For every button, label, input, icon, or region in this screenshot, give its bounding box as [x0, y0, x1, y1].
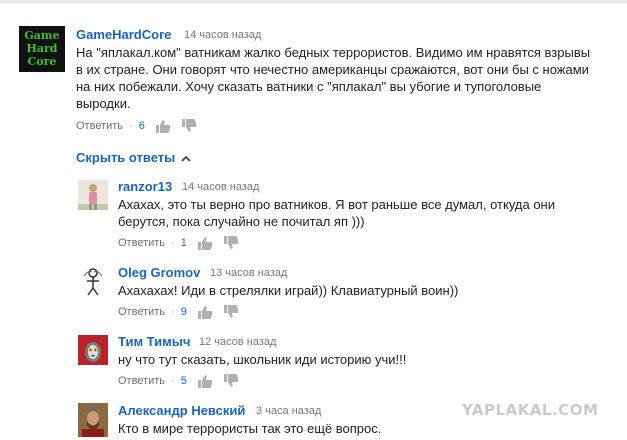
comment-author[interactable]: GameHardCore — [76, 27, 171, 42]
thumbs-up-icon[interactable] — [197, 305, 213, 319]
comment-time: 14 часов назад — [184, 29, 262, 41]
comment-text: На "яплакал.ком" ватникам жалко бедных т… — [76, 44, 621, 112]
like-count: 5 — [180, 375, 187, 387]
like-count: 9 — [180, 306, 187, 318]
avatar-gamehardcore[interactable]: Game Hard Core — [19, 26, 65, 72]
reply-button[interactable]: Ответить — [118, 375, 165, 387]
avatar-text-line: Game — [24, 29, 60, 42]
separator-dot: · — [171, 306, 175, 318]
chevron-up-icon — [181, 150, 191, 165]
comment-author[interactable]: Oleg Gromov — [118, 265, 200, 280]
comment-actions: Ответить · 5 — [118, 374, 249, 388]
reply-button[interactable]: Ответить — [118, 237, 165, 249]
comment-author[interactable]: Тим Тимыч — [118, 334, 190, 349]
like-count: 6 — [138, 120, 145, 132]
reply-button[interactable]: Ответить — [118, 306, 165, 318]
main-comment: Game Hard Core GameHardCore 14 часов наз… — [0, 0, 627, 140]
separator-dot: · — [171, 237, 175, 249]
comment-text: Ахахах, это ты верно про ватников. Я вот… — [118, 196, 618, 230]
avatar-text-line: Core — [27, 55, 57, 68]
comment-text-line: Ахахахах! Иди в стрелялки играй)) Клавиа… — [118, 283, 459, 298]
avatar-tim-timych[interactable] — [78, 335, 108, 365]
comment-text: ну что тут сказать, школьник иди историю… — [118, 351, 618, 368]
comment-time: 14 часов назад — [182, 181, 260, 193]
comment-time: 12 часов назад — [199, 336, 277, 348]
thumbs-down-icon[interactable] — [223, 305, 239, 319]
comment-text-line: На "яплакал.ком" ватникам жалко бедных т… — [76, 45, 591, 60]
avatar-ranzor13[interactable] — [78, 180, 108, 210]
reply-button[interactable]: Ответить — [76, 120, 123, 132]
comment-text-line: ну что тут сказать, школьник иди историю… — [118, 352, 407, 367]
comment-time: 13 часов назад — [210, 267, 288, 279]
hide-replies-button[interactable]: Скрыть ответы — [76, 150, 191, 165]
separator-dot: · — [129, 120, 133, 132]
avatar-text-line: Hard — [26, 42, 58, 55]
separator-dot: · — [171, 375, 175, 387]
thumbs-down-icon[interactable] — [223, 374, 239, 388]
thumbs-up-icon[interactable] — [155, 119, 171, 133]
hide-replies-label: Скрыть ответы — [76, 150, 176, 165]
avatar-oleg-gromov[interactable] — [78, 266, 108, 296]
comment-text-line: берутся, пока случайно не почитал яп ))) — [118, 214, 365, 229]
comment-actions: Ответить · 9 — [118, 305, 249, 319]
comment-actions: Ответить · 6 — [76, 119, 207, 133]
comment-text-line: Кто в мире террористы так это ещё вопрос… — [118, 421, 382, 436]
thumbs-down-icon[interactable] — [181, 119, 197, 133]
comment-text-line: выродки. — [76, 96, 131, 111]
comment-text: Кто в мире террористы так это ещё вопрос… — [118, 420, 618, 437]
comment-actions: Ответить · 1 — [118, 236, 249, 250]
like-count: 1 — [180, 237, 187, 249]
comment-text: Ахахахах! Иди в стрелялки играй)) Клавиа… — [118, 282, 618, 299]
thumbs-up-icon[interactable] — [197, 236, 213, 250]
comment-author[interactable]: Александр Невский — [118, 403, 245, 418]
comment-time: 3 часа назад — [256, 405, 322, 417]
comment-text-line: на них побежали. Хочу сказать ватники с … — [76, 79, 542, 94]
thumbs-up-icon[interactable] — [197, 374, 213, 388]
watermark-logo: YAPLAKAL.COM — [462, 401, 599, 419]
comment-text-line: в их стране. Они говорят что нечестно ам… — [76, 62, 589, 77]
avatar-aleksandr-nevsky[interactable] — [78, 403, 108, 437]
comment-author[interactable]: ranzor13 — [118, 179, 172, 194]
comment-text-line: Ахахах, это ты верно про ватников. Я вот… — [118, 197, 555, 212]
thumbs-down-icon[interactable] — [223, 236, 239, 250]
